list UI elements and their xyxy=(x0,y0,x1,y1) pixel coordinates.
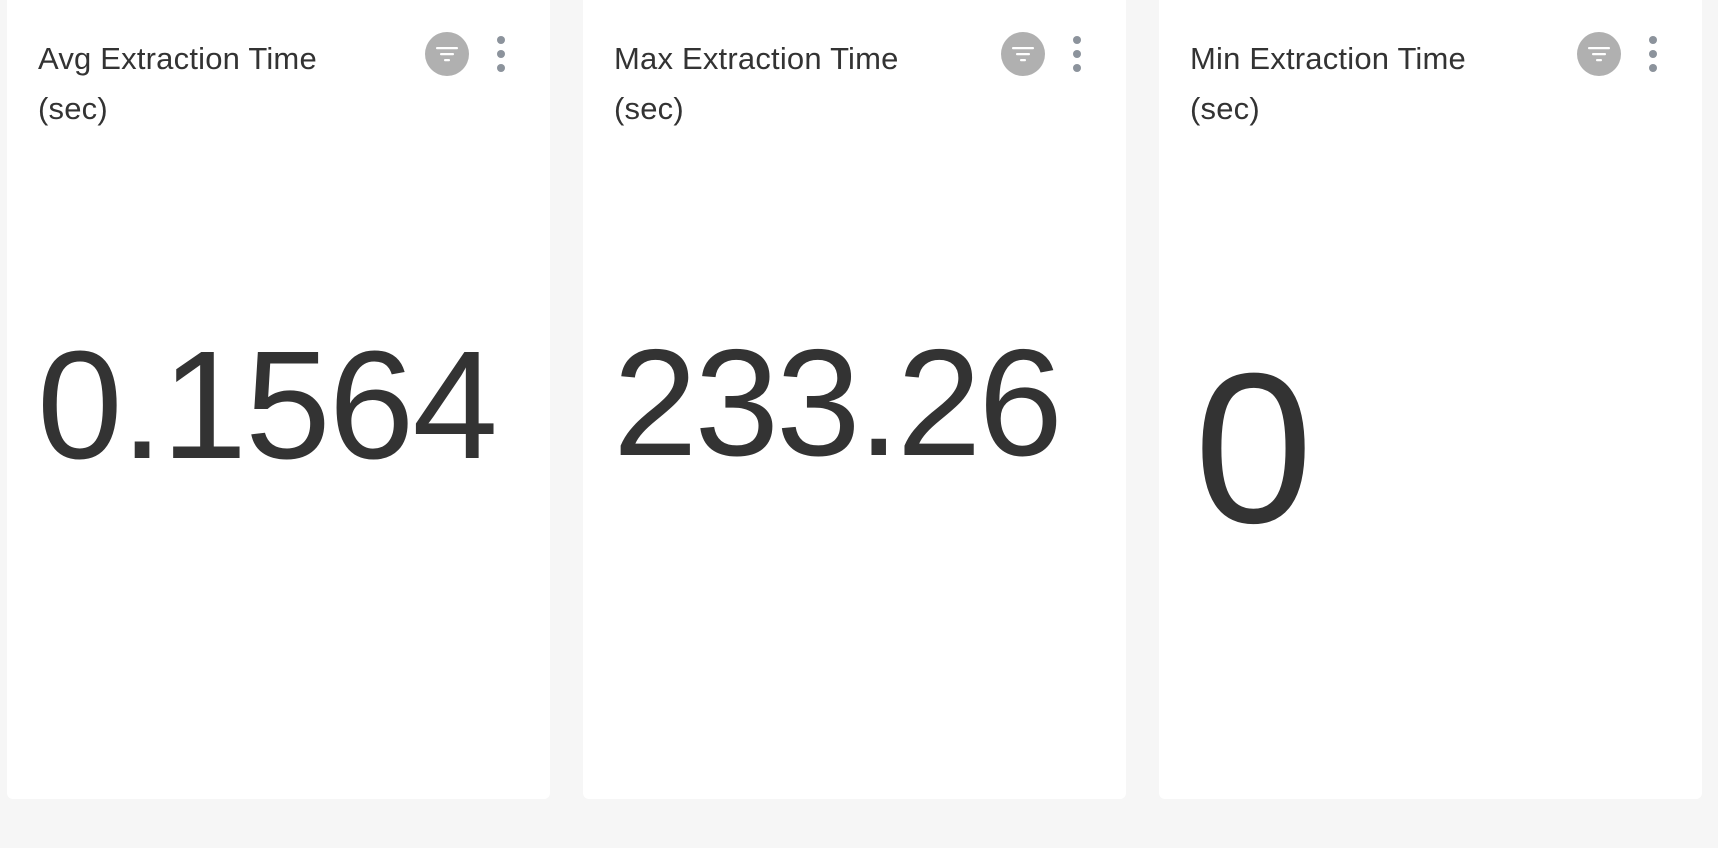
metric-value: 0.1564 xyxy=(37,319,498,491)
metric-value: 233.26 xyxy=(613,318,1063,488)
filter-button[interactable] xyxy=(425,32,469,76)
filter-icon xyxy=(436,47,458,62)
metric-card-avg-extraction-time: Avg Extraction Time (sec) 0.1564 xyxy=(7,0,550,799)
filter-button[interactable] xyxy=(1001,32,1045,76)
filter-button[interactable] xyxy=(1577,32,1621,76)
more-vertical-icon-dot xyxy=(1073,50,1081,58)
card-title: Avg Extraction Time (sec) xyxy=(38,41,317,126)
metric-card-max-extraction-time: Max Extraction Time (sec) 233.26 xyxy=(583,0,1126,799)
metric-value: 0 xyxy=(1194,329,1314,568)
more-vertical-icon-dot xyxy=(1649,50,1657,58)
more-options-button[interactable] xyxy=(1643,36,1663,72)
more-options-button[interactable] xyxy=(491,36,511,72)
more-vertical-icon-dot xyxy=(1073,64,1081,72)
more-vertical-icon-dot xyxy=(1649,36,1657,44)
more-vertical-icon-dot xyxy=(1073,36,1081,44)
more-options-button[interactable] xyxy=(1067,36,1087,72)
more-vertical-icon-dot xyxy=(497,36,505,44)
more-vertical-icon-dot xyxy=(497,50,505,58)
metric-card-min-extraction-time: Min Extraction Time (sec) 0 xyxy=(1159,0,1702,799)
card-title: Max Extraction Time (sec) xyxy=(614,41,899,126)
more-vertical-icon-dot xyxy=(1649,64,1657,72)
dashboard: Avg Extraction Time (sec) 0.1564 Max Ext… xyxy=(0,0,1718,848)
filter-icon xyxy=(1012,47,1034,62)
more-vertical-icon-dot xyxy=(497,64,505,72)
card-title: Min Extraction Time (sec) xyxy=(1190,41,1466,126)
filter-icon xyxy=(1588,47,1610,62)
